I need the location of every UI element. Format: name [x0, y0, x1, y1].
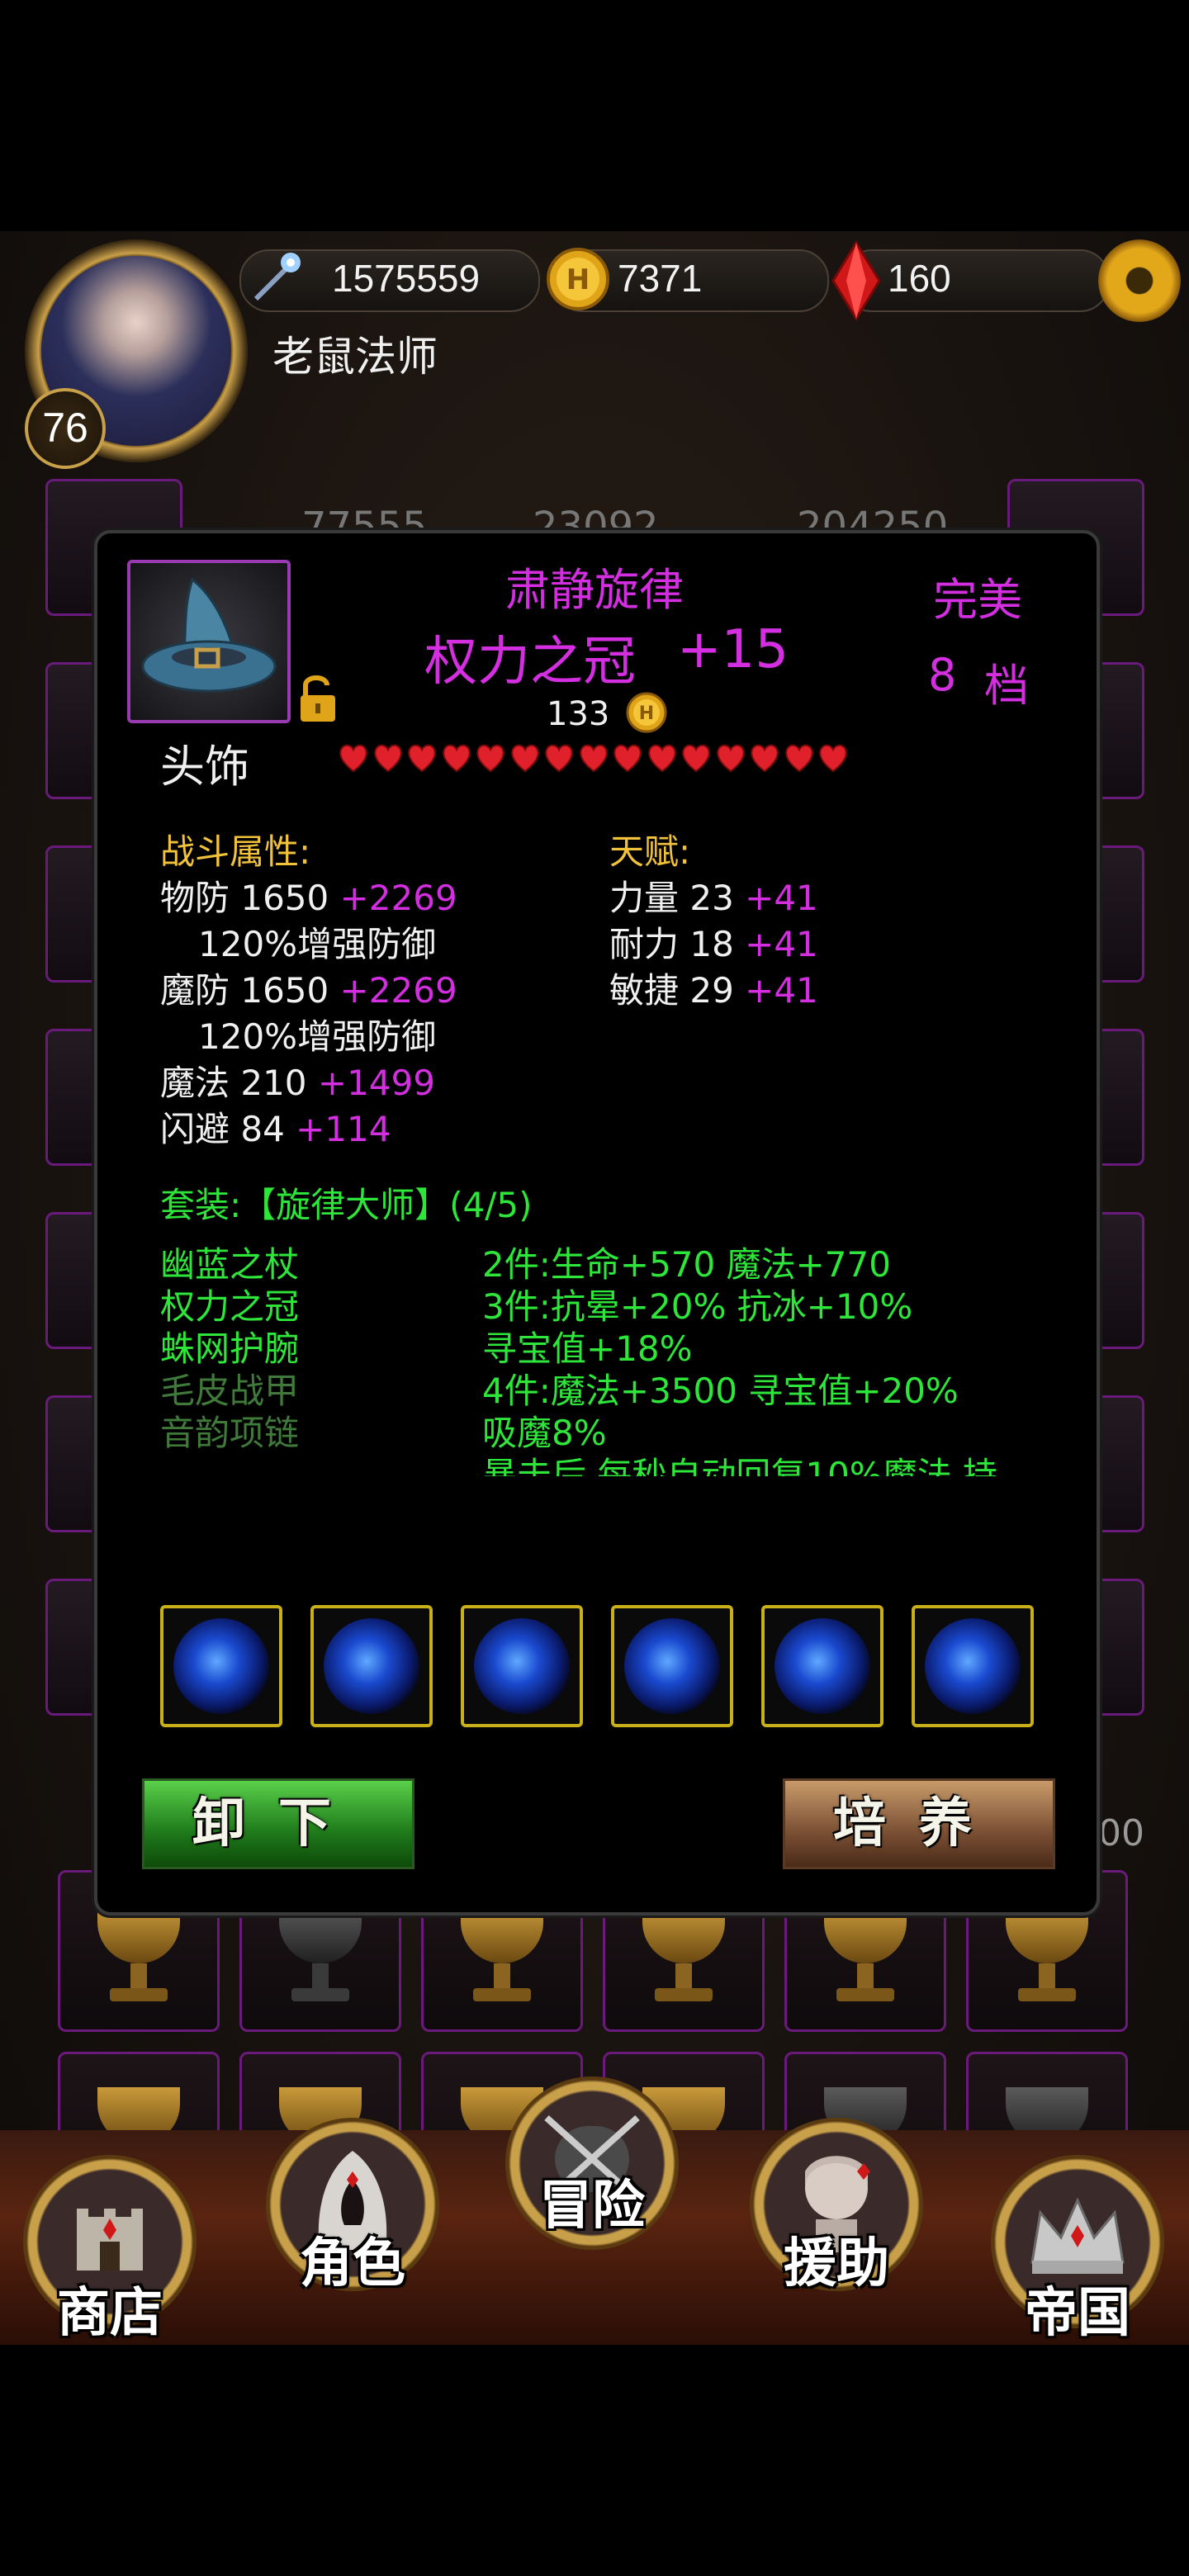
talent-row-label: 耐力 18: [609, 924, 734, 964]
item-price: 133: [547, 695, 610, 733]
coin-icon: H: [626, 692, 667, 733]
heart-icon: [817, 741, 850, 774]
unequip-button[interactable]: 卸下: [142, 1778, 414, 1869]
talent-row-label: 力量 23: [609, 878, 734, 918]
castle-icon: [69, 2192, 151, 2275]
gem-socket[interactable]: [912, 1605, 1034, 1727]
blue-orb-gem-icon: [173, 1618, 269, 1714]
nav-adventure-label: 冒险: [539, 2175, 645, 2237]
combat-row: 闪避 84 +114: [160, 1101, 391, 1152]
power-value: 1575559: [332, 257, 481, 300]
bg-partial-text: 00: [1098, 1812, 1144, 1854]
item-enhance-level: +15: [677, 619, 789, 680]
talent-row: 耐力 18 +41: [609, 916, 818, 967]
heart-icon: [372, 741, 405, 774]
heart-icon: [577, 741, 610, 774]
item-slot-type: 头饰: [160, 741, 249, 793]
level-badge: 76: [25, 388, 106, 469]
combat-row: 魔法 210 +1499: [160, 1055, 435, 1106]
item-grade-unit: 档: [984, 660, 1029, 712]
item-icon-frame[interactable]: [127, 560, 291, 723]
talent-row-label: 敏捷 29: [609, 970, 734, 1011]
blue-orb-gem-icon: [925, 1618, 1021, 1714]
cultivate-label: 培养: [833, 1792, 1005, 1854]
gem-socket[interactable]: [461, 1605, 583, 1727]
heart-icon: [337, 741, 370, 774]
heart-icon: [405, 741, 438, 774]
combat-row-bonus: +2269: [329, 878, 457, 918]
combat-row: 魔防 1650 +2269: [160, 963, 457, 1013]
player-name: 老鼠法师: [272, 333, 438, 381]
set-bonus-scroll-area[interactable]: 2件:生命+570 魔法+770 3件:抗晕+20% 抗冰+10% 寻宝值+18% 4…: [482, 1237, 1077, 1476]
unequip-label: 卸下: [192, 1792, 364, 1854]
combat-row-label: 120%增强防御: [198, 1016, 437, 1057]
heart-icon: [611, 741, 644, 774]
heart-icon: [646, 741, 679, 774]
heart-icon: [714, 741, 747, 774]
heart-icon: [748, 741, 781, 774]
talent-row: 力量 23 +41: [609, 870, 818, 921]
item-detail-dialog: 肃静旋律 权力之冠 +15 完美 8 档 133 H 头饰 战斗属性: 天赋: …: [94, 530, 1100, 1915]
crown-icon: [1024, 2188, 1131, 2279]
combat-row-label: 120%增强防御: [198, 924, 437, 964]
svg-text:H: H: [639, 703, 654, 724]
gold-value: 7371: [618, 257, 703, 300]
gem-socket[interactable]: [761, 1605, 883, 1727]
combat-row-label: 物防 1650: [160, 878, 329, 918]
cultivate-button[interactable]: 培养: [783, 1778, 1055, 1869]
combat-row-bonus: +1499: [306, 1063, 435, 1103]
set-title: 套装:【旋律大师】(4/5): [160, 1185, 533, 1225]
item-name: 权力之冠: [424, 632, 636, 693]
gem-socket[interactable]: [310, 1605, 433, 1727]
svg-text:H: H: [566, 263, 590, 296]
combat-row-bonus: +2269: [329, 970, 457, 1011]
combat-stats-title: 战斗属性:: [160, 831, 311, 872]
heart-icon: [440, 741, 473, 774]
nav-support-label: 援助: [784, 2233, 889, 2294]
talent-row-bonus: +41: [733, 970, 818, 1011]
nav-character-label: 角色: [300, 2233, 405, 2294]
blue-orb-gem-icon: [624, 1618, 720, 1714]
heart-icon: [474, 741, 507, 774]
combat-row-label: 魔防 1650: [160, 970, 329, 1011]
heart-icon: [680, 741, 713, 774]
talent-row-bonus: +41: [733, 924, 818, 964]
heart-icon: [542, 741, 576, 774]
item-quality: 完美: [933, 574, 1022, 626]
gear-icon[interactable]: [1098, 239, 1181, 322]
wand-icon: [248, 248, 306, 305]
combat-row-label: 闪避 84: [160, 1109, 285, 1149]
combat-row: 120%增强防御: [198, 1009, 436, 1059]
set-piece-item: 音韵项链: [160, 1413, 300, 1453]
item-grade-number: 8: [928, 649, 957, 701]
wizard-hat-icon: [135, 571, 283, 712]
blue-orb-gem-icon: [324, 1618, 419, 1714]
gem-value: 160: [888, 257, 951, 300]
gem-socket[interactable]: [160, 1605, 282, 1727]
blue-orb-gem-icon: [474, 1618, 570, 1714]
heart-icon: [783, 741, 816, 774]
combat-row-bonus: +114: [284, 1109, 391, 1149]
coin-icon: H: [545, 246, 611, 312]
talent-row-bonus: +41: [733, 878, 818, 918]
set-bonus-line: 暴击后,每秒自动回复10%魔法,持: [482, 1455, 998, 1476]
unlocked-padlock-icon[interactable]: [296, 672, 340, 725]
combat-row: 物防 1650 +2269: [160, 870, 457, 921]
talent-title: 天赋:: [609, 831, 691, 872]
heart-icon: [509, 741, 542, 774]
talent-row: 敏捷 29 +41: [609, 963, 818, 1013]
gem-socket[interactable]: [611, 1605, 733, 1727]
item-set-name: 肃静旋律: [505, 564, 684, 616]
blue-orb-gem-icon: [775, 1618, 870, 1714]
combat-row: 120%增强防御: [198, 916, 436, 967]
nav-shop-label: 商店: [57, 2282, 163, 2344]
red-crystal-icon: [830, 239, 883, 322]
combat-row-label: 魔法 210: [160, 1063, 307, 1103]
nav-empire-label: 帝国: [1025, 2282, 1130, 2344]
